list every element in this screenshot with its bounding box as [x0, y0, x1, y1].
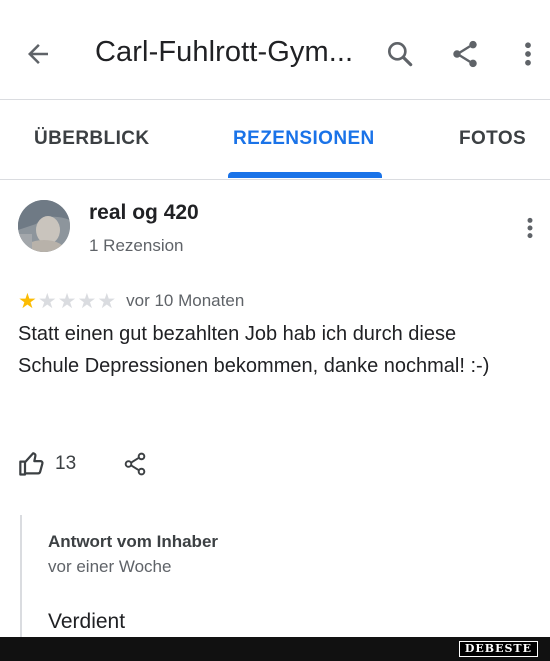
owner-reply-text: Verdient [48, 610, 126, 633]
owner-reply-title: Antwort vom Inhaber [48, 532, 219, 551]
place-title: Carl-Fuhlrott-Gym... [95, 36, 354, 68]
avatar-image [18, 200, 70, 252]
active-tab-indicator [228, 172, 382, 178]
more-vert-icon [527, 217, 533, 239]
like-count: 13 [55, 453, 77, 474]
star-empty-icon: ★ [97, 289, 117, 313]
star-rating: ★ ★ ★ ★ ★ [18, 291, 116, 312]
review-date: vor 10 Monaten [126, 291, 245, 310]
bottom-strip: DEBESTE [0, 637, 550, 661]
more-vert-icon [525, 42, 531, 66]
thumb-up-icon [19, 452, 44, 476]
star-empty-icon: ★ [37, 289, 57, 313]
star-filled-icon: ★ [18, 289, 37, 313]
tab-bar: ÜBERBLICK REZENSIONEN FOTOS [0, 100, 550, 180]
like-button[interactable]: 13 [18, 450, 76, 478]
review-share-button[interactable] [122, 451, 148, 477]
star-empty-icon: ★ [77, 289, 97, 313]
search-button[interactable] [380, 34, 420, 74]
search-icon [388, 41, 413, 67]
tab-photos[interactable]: FOTOS [459, 128, 526, 150]
owner-reply: Antwort vom Inhaber vor einer Woche Verd… [20, 515, 530, 637]
more-options-button[interactable] [508, 34, 548, 74]
share-icon [453, 40, 477, 68]
back-button[interactable] [18, 34, 58, 74]
app-bar: Carl-Fuhlrott-Gym... [0, 0, 550, 100]
review-more-button[interactable] [514, 210, 546, 246]
tab-overview[interactable]: ÜBERBLICK [34, 128, 150, 150]
reviewer-review-count: 1 Rezension [89, 236, 184, 255]
share-button[interactable] [445, 34, 485, 74]
watermark-logo: DEBESTE [458, 641, 538, 657]
rating-row: ★ ★ ★ ★ ★ vor 10 Monaten [18, 288, 244, 314]
share-icon [124, 452, 146, 476]
review-actions: 13 [18, 446, 148, 482]
reviewer-name[interactable]: real og 420 [89, 201, 199, 225]
owner-reply-date: vor einer Woche [48, 557, 172, 576]
tab-reviews[interactable]: REZENSIONEN [233, 128, 375, 150]
arrow-back-icon [28, 44, 48, 64]
avatar[interactable] [18, 200, 70, 252]
review-text: Statt einen gut bezahlten Job hab ich du… [18, 323, 490, 377]
star-empty-icon: ★ [57, 289, 77, 313]
